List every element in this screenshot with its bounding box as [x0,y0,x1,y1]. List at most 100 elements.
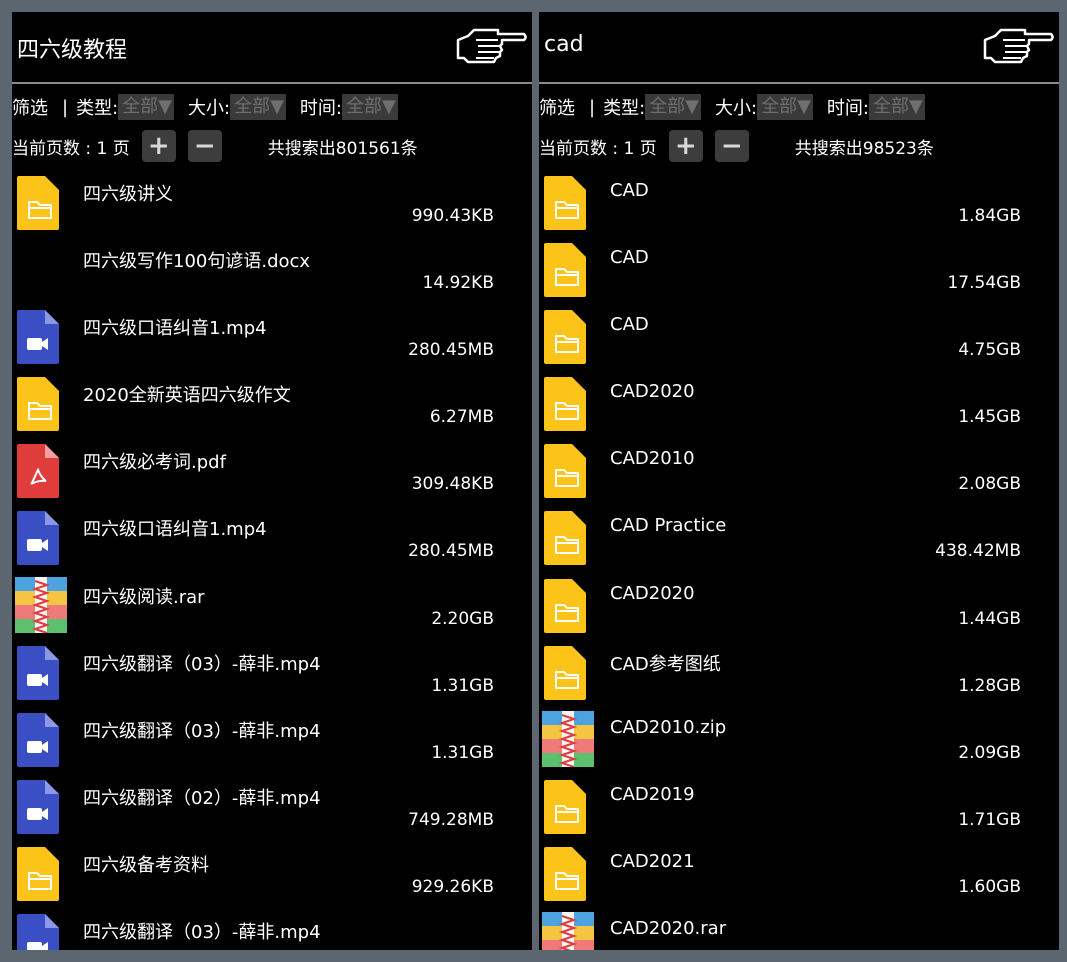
folder-icon [17,176,59,230]
file-size: 17.54GB [947,273,1021,294]
folder-icon [544,176,586,230]
file-list: 四六级讲义 990.43KB 四六级写作100句谚语.docx 14.92KB 四六级口… [12,172,532,950]
file-size: 2.20GB [431,608,494,629]
file-list: CAD 1.84GB CAD 17.54GB CAD 4.75GB CAD2020 1.45G… [539,172,1059,950]
filter-bar: 筛选 | 类型: 全部▼ 大小: 全部▼ 时间: 全部▼ [539,92,1059,122]
file-name: 四六级讲义 [83,184,173,205]
folder-icon [544,846,586,901]
size-label: 大小: [715,98,758,119]
search-title: cad [544,32,584,57]
file-size: 2.08GB [958,474,1021,495]
file-name: CAD2021 [610,850,695,872]
filter-divider: | [589,96,596,118]
prev-page-button[interactable]: − [187,130,222,162]
file-name: CAD Practice [610,515,727,537]
file-list-item[interactable]: CAD2019 1.71GB [539,776,1059,843]
file-name: CAD2020.rar [610,918,727,940]
file-size: 1.45GB [958,407,1021,428]
filter-label: 筛选 [539,98,575,119]
type-dropdown[interactable]: 全部▼ [645,94,701,120]
file-size: 749.28MB [408,809,494,830]
file-list-item[interactable]: CAD 1.84GB [539,172,1059,239]
time-dropdown[interactable]: 全部▼ [869,94,925,120]
file-size: 280.45MB [408,340,494,361]
file-list-item[interactable]: CAD Practice 438.42MB [539,507,1059,574]
pdf-file-icon [17,444,59,499]
folder-icon [17,846,59,901]
folder-icon [544,779,586,834]
folder-icon [544,243,586,298]
file-name: CAD2020 [610,381,695,403]
pointing-hand-icon[interactable] [454,26,528,66]
next-page-button[interactable]: + [141,130,176,162]
file-list-item[interactable]: 四六级翻译（02）-薛非.mp4 749.28MB [12,776,532,843]
title-bar: cad [539,12,1059,84]
file-name: 四六级翻译（02）-薛非.mp4 [83,787,321,809]
file-list-item[interactable]: 四六级必考词.pdf 309.48KB [12,440,532,507]
video-file-icon [17,511,59,566]
file-size: 990.43KB [411,206,494,226]
file-list-item[interactable]: CAD2020 1.45GB [539,373,1059,440]
file-name: CAD [610,314,649,336]
next-page-button[interactable]: + [668,130,703,162]
time-label: 时间: [826,98,869,119]
video-file-icon [17,914,59,950]
file-name: 四六级翻译（03）-薛非.mp4 [83,653,321,675]
size-dropdown[interactable]: 全部▼ [230,94,286,120]
time-label: 时间: [299,98,342,119]
file-list-item[interactable]: CAD 17.54GB [539,239,1059,306]
file-size: 1.31GB [431,675,494,696]
file-size: 1.84GB [958,206,1021,226]
size-dropdown[interactable]: 全部▼ [757,94,813,120]
file-name: CAD2019 [610,783,695,805]
file-list-item[interactable]: CAD2020.rar [539,910,1059,950]
file-size: 929.26KB [411,876,494,897]
file-list-item[interactable]: 四六级翻译（03）-薛非.mp4 1.31GB [12,709,532,776]
file-list-item[interactable]: 四六级口语纠音1.mp4 280.45MB [12,507,532,574]
file-list-item[interactable]: 2020全新英语四六级作文 6.27MB [12,373,532,440]
file-size: 1.71GB [958,809,1021,830]
file-list-item[interactable]: 四六级备考资料 929.26KB [12,843,532,910]
file-list-item[interactable]: 四六级阅读.rar 2.20GB [12,575,532,642]
file-list-item[interactable]: 四六级翻译（03）-薛非.mp4 1.31GB [12,642,532,709]
video-file-icon [17,712,59,767]
file-size: 6.27MB [429,407,494,428]
type-dropdown[interactable]: 全部▼ [118,94,174,120]
pager-bar: 当前页数 : 1 页 + − 共搜索出98523条 [539,130,1059,162]
folder-icon [544,578,586,633]
file-list-item[interactable]: 四六级口语纠音1.mp4 280.45MB [12,306,532,373]
file-name: CAD参考图纸 [610,653,721,675]
pointing-hand-icon[interactable] [981,26,1055,66]
folder-icon [17,377,59,432]
file-list-item[interactable]: 四六级讲义 990.43KB [12,172,532,239]
file-size: 14.92KB [422,273,494,294]
result-count: 共搜索出98523条 [794,138,934,159]
file-name: CAD2010.zip [610,716,727,738]
time-dropdown[interactable]: 全部▼ [342,94,398,120]
file-list-item[interactable]: CAD2021 1.60GB [539,843,1059,910]
file-size: 309.48KB [411,474,494,495]
file-list-item[interactable]: CAD2020 1.44GB [539,575,1059,642]
file-name: CAD [610,180,649,201]
file-name: CAD2010 [610,448,695,470]
file-list-item[interactable]: CAD2010.zip 2.09GB [539,709,1059,776]
file-list-item[interactable]: CAD2010 2.08GB [539,440,1059,507]
file-list-item[interactable]: 四六级翻译（03）-薛非.mp4 [12,910,532,950]
file-size: 4.75GB [958,340,1021,361]
file-list-item[interactable]: CAD参考图纸 1.28GB [539,642,1059,709]
file-name: 四六级必考词.pdf [83,452,226,474]
file-name: 四六级翻译（03）-薛非.mp4 [83,720,321,742]
file-name: 四六级口语纠音1.mp4 [83,519,267,541]
file-list-item[interactable]: 四六级写作100句谚语.docx 14.92KB [12,239,532,306]
file-size: 1.44GB [958,608,1021,629]
prev-page-button[interactable]: − [714,130,749,162]
current-page-text: 当前页数 : 1 页 [12,138,130,159]
result-count: 共搜索出801561条 [267,138,418,159]
pager-bar: 当前页数 : 1 页 + − 共搜索出801561条 [12,130,532,162]
type-label: 类型: [76,98,119,119]
file-size: 280.45MB [408,541,494,562]
title-bar: 四六级教程 [12,12,532,84]
filter-bar: 筛选 | 类型: 全部▼ 大小: 全部▼ 时间: 全部▼ [12,92,532,122]
search-title: 四六级教程 [17,38,128,63]
file-list-item[interactable]: CAD 4.75GB [539,306,1059,373]
